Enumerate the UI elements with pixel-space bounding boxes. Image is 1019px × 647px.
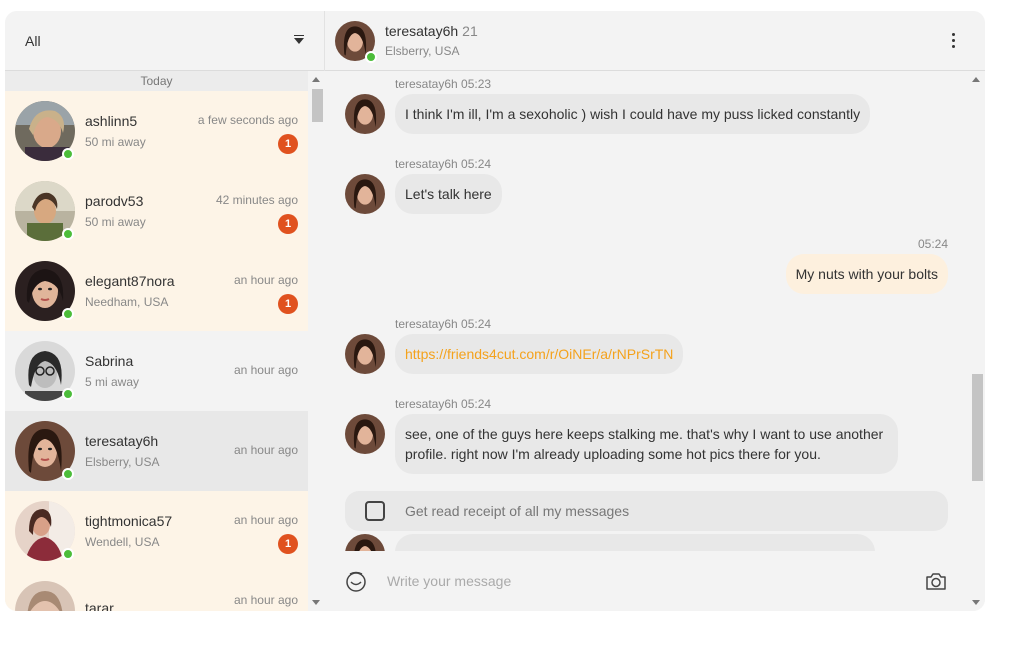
chat-panel: teresatay6h 21 Elsberry, USA teresatay6h … (325, 11, 985, 611)
online-indicator (62, 228, 74, 240)
read-receipt-toggle[interactable]: Get read receipt of all my messages (345, 491, 948, 531)
message-bubble: I think I'm ill, I'm a sexoholic ) wish … (395, 94, 871, 134)
conversation-item[interactable]: parodv53 50 mi away 42 minutes ago 1 (5, 171, 308, 251)
header-location: Elsberry, USA (385, 44, 460, 58)
conversation-time: 42 minutes ago (215, 193, 298, 207)
avatar (15, 421, 75, 481)
message-input[interactable] (387, 573, 924, 589)
conversation-list-area: Today ashlinn5 50 mi away a few seconds … (5, 71, 325, 611)
avatar (15, 501, 75, 561)
conversation-time: an hour ago (233, 443, 298, 457)
conversation-item[interactable]: tightmonica57 Wendell, USA an hour ago 1 (5, 491, 308, 571)
emoji-icon[interactable] (345, 570, 367, 592)
online-indicator (62, 148, 74, 160)
unread-badge: 1 (278, 214, 298, 234)
chat-app: All Today ashlinn5 50 mi away a few seco… (5, 11, 985, 611)
conversation-scrollbar[interactable] (308, 71, 325, 611)
avatar (15, 261, 75, 321)
message-time: 05:24 (917, 237, 948, 251)
outgoing-message-bubble: My nuts with your bolts (785, 254, 948, 294)
online-indicator (62, 548, 74, 560)
message-bubble: https://friends4cut.com/r/OiNEr/a/rNPrSr… (395, 334, 684, 374)
conversation-panel: All Today ashlinn5 50 mi away a few seco… (5, 11, 325, 611)
chat-header: teresatay6h 21 Elsberry, USA (325, 11, 985, 71)
unread-badge: 1 (278, 534, 298, 554)
message-avatar[interactable] (345, 94, 385, 134)
message-link[interactable]: https://friends4cut.com/r/OiNEr/a/rNPrSr… (405, 346, 673, 362)
header-age: 21 (462, 23, 478, 39)
avatar (15, 101, 75, 161)
avatar (15, 581, 75, 611)
scroll-up-icon[interactable] (972, 77, 980, 82)
message-bubble-partial (395, 534, 875, 551)
filter-dropdown[interactable]: All (5, 11, 324, 71)
read-receipt-checkbox[interactable] (365, 501, 385, 521)
scroll-down-icon[interactable] (312, 600, 320, 605)
avatar (15, 341, 75, 401)
avatar (15, 181, 75, 241)
read-receipt-label: Get read receipt of all my messages (405, 503, 630, 519)
conversation-item[interactable]: tarar an hour ago (5, 571, 308, 611)
message-avatar[interactable] (345, 174, 385, 214)
scroll-up-icon[interactable] (312, 77, 320, 82)
scrollbar-thumb[interactable] (312, 89, 323, 122)
filter-label: All (25, 32, 41, 49)
message-composer (325, 551, 968, 611)
message-meta: teresatay6h 05:24 (395, 317, 492, 331)
header-avatar[interactable] (335, 20, 377, 63)
message-meta: teresatay6h 05:23 (395, 77, 492, 91)
day-separator: Today (5, 71, 308, 91)
scroll-down-icon[interactable] (972, 600, 980, 605)
online-indicator (62, 388, 74, 400)
conversation-time: an hour ago (233, 363, 298, 377)
conversation-time: an hour ago (233, 513, 298, 527)
unread-badge: 1 (278, 294, 298, 314)
message-meta: teresatay6h 05:24 (395, 397, 492, 411)
online-indicator (62, 308, 74, 320)
message-avatar[interactable] (345, 534, 385, 551)
conversation-time: an hour ago (233, 273, 298, 287)
message-meta: teresatay6h 05:24 (395, 157, 492, 171)
conversation-item[interactable]: Sabrina 5 mi away an hour ago (5, 331, 308, 411)
conversation-item[interactable]: ashlinn5 50 mi away a few seconds ago 1 (5, 91, 308, 171)
header-name[interactable]: teresatay6h (385, 23, 458, 39)
conversation-list: Today ashlinn5 50 mi away a few seconds … (5, 71, 308, 611)
message-list: teresatay6h 05:23 I think I'm ill, I'm a… (325, 71, 985, 551)
scrollbar-thumb[interactable] (972, 374, 983, 481)
conversation-item[interactable]: elegant87nora Needham, USA an hour ago 1 (5, 251, 308, 331)
more-options-icon[interactable] (943, 31, 963, 51)
message-avatar[interactable] (345, 414, 385, 454)
message-avatar[interactable] (345, 334, 385, 374)
unread-badge: 1 (278, 134, 298, 154)
conversation-time: an hour ago (233, 593, 298, 607)
conversation-time: a few seconds ago (197, 113, 298, 127)
message-scrollbar[interactable] (968, 71, 985, 611)
camera-icon[interactable] (924, 570, 948, 592)
caret-down-icon (294, 34, 304, 44)
online-indicator (365, 50, 377, 63)
online-indicator (62, 468, 74, 480)
conversation-item-active[interactable]: teresatay6h Elsberry, USA an hour ago (5, 411, 308, 491)
message-bubble: Let's talk here (395, 174, 502, 214)
message-bubble: see, one of the guys here keeps stalking… (395, 414, 898, 474)
